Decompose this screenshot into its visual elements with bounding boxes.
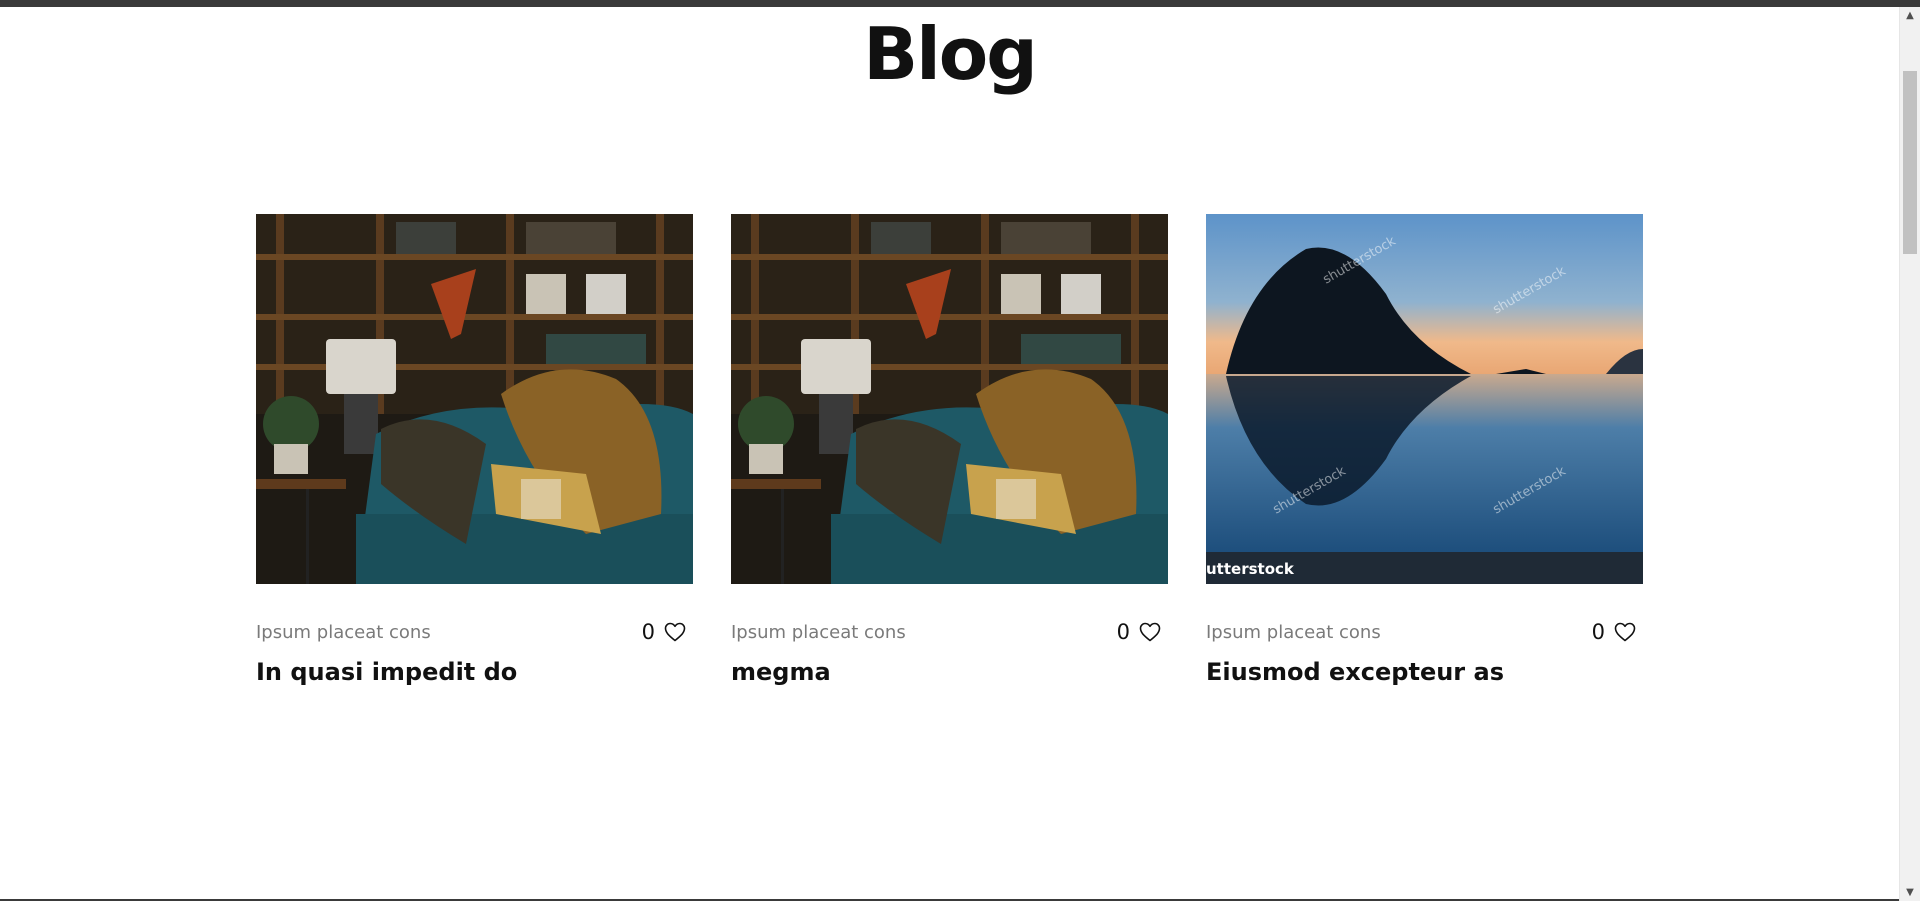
scrollbar-thumb[interactable] — [1903, 71, 1917, 254]
blog-post-card[interactable]: Ipsum placeat cons 0 In quasi impedit do — [256, 214, 693, 686]
like-count: 0 — [641, 620, 655, 644]
post-image[interactable] — [731, 214, 1168, 584]
post-category[interactable]: Ipsum placeat cons — [256, 622, 431, 643]
heart-icon[interactable] — [1613, 620, 1637, 644]
post-likes: 0 — [1117, 620, 1168, 644]
post-title[interactable]: Eiusmod excepteur as — [1206, 658, 1643, 686]
blog-post-card[interactable]: Ipsum placeat cons 0 megma — [731, 214, 1168, 686]
post-likes: 0 — [642, 620, 693, 644]
like-count: 0 — [1591, 620, 1605, 644]
post-title[interactable]: In quasi impedit do — [256, 658, 693, 686]
blog-post-list: Ipsum placeat cons 0 In quasi impedit do — [256, 214, 1643, 686]
vertical-scrollbar[interactable]: ▲ ▼ — [1899, 7, 1920, 901]
post-meta: Ipsum placeat cons 0 — [1206, 618, 1643, 646]
post-category[interactable]: Ipsum placeat cons — [1206, 622, 1381, 643]
blog-post-card[interactable]: utterstock shutterstock shutterstock shu… — [1206, 214, 1643, 686]
post-category[interactable]: Ipsum placeat cons — [731, 622, 906, 643]
scroll-up-arrow-icon[interactable]: ▲ — [1900, 7, 1920, 24]
heart-icon[interactable] — [663, 620, 687, 644]
post-title[interactable]: megma — [731, 658, 1168, 686]
post-likes: 0 — [1592, 620, 1643, 644]
top-bar — [0, 0, 1920, 7]
post-meta: Ipsum placeat cons 0 — [256, 618, 693, 646]
post-image[interactable] — [256, 214, 693, 584]
post-image[interactable]: utterstock shutterstock shutterstock shu… — [1206, 214, 1643, 584]
like-count: 0 — [1116, 620, 1130, 644]
post-meta: Ipsum placeat cons 0 — [731, 618, 1168, 646]
watermark-text: utterstock — [1206, 560, 1295, 578]
page: Blog Ipsum placeat cons 0 In quasi imped… — [0, 7, 1899, 901]
scroll-down-arrow-icon[interactable]: ▼ — [1900, 884, 1920, 901]
heart-icon[interactable] — [1138, 620, 1162, 644]
page-title: Blog — [863, 12, 1038, 96]
